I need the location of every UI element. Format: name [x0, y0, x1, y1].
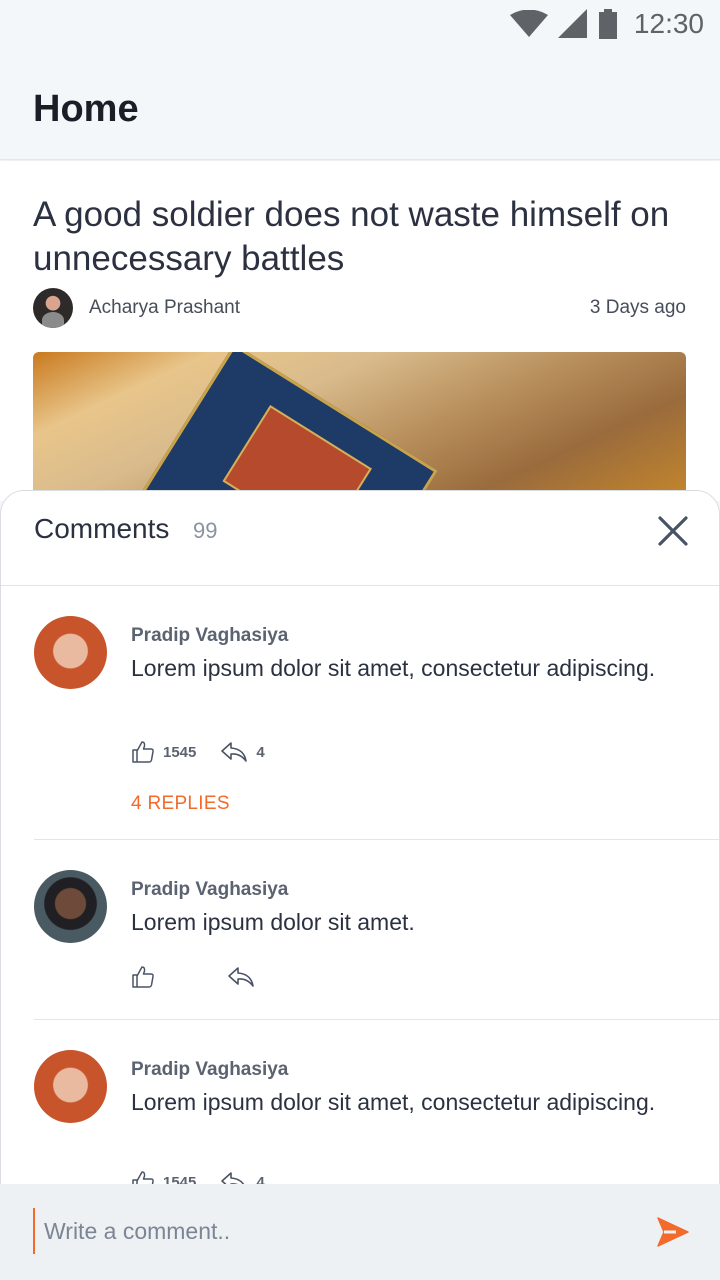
commenter-avatar[interactable]: [34, 1050, 107, 1123]
commenter-name[interactable]: Pradip Vaghasiya: [131, 625, 288, 647]
comment-text: Lorem ipsum dolor sit amet, consectetur …: [131, 1089, 656, 1115]
commenter-avatar[interactable]: [34, 616, 107, 689]
battery-icon: [598, 9, 618, 39]
wifi-icon: [509, 10, 548, 38]
comment-input[interactable]: [44, 1208, 624, 1254]
close-button[interactable]: [655, 513, 691, 549]
close-icon[interactable]: [655, 513, 691, 549]
view-replies-link[interactable]: 4 REPLIES: [131, 793, 230, 815]
status-bar: 12:30: [0, 0, 720, 48]
reply-icon: [221, 742, 248, 762]
comment-divider: [34, 1019, 719, 1020]
author-avatar[interactable]: [33, 288, 73, 328]
reply-button[interactable]: [227, 966, 263, 988]
article-title[interactable]: A good soldier does not waste himself on…: [33, 193, 673, 281]
signal-icon: [557, 9, 588, 39]
like-button[interactable]: 1545: [131, 740, 196, 764]
thumbs-up-icon: [132, 741, 154, 763]
book-illustration: [128, 352, 438, 512]
author-name[interactable]: Acharya Prashant: [89, 297, 590, 319]
app-bar: Home: [0, 48, 720, 160]
comments-sheet: Comments 99 Pradip Vaghasiya Lorem ipsum…: [0, 490, 720, 1280]
reply-button[interactable]: 4: [220, 741, 265, 763]
comments-count: 99: [193, 518, 218, 543]
status-time: 12:30: [633, 8, 704, 39]
commenter-avatar[interactable]: [34, 870, 107, 943]
reply-icon: [228, 967, 254, 987]
comments-title: Comments: [34, 513, 170, 544]
like-count: 1545: [163, 743, 197, 761]
commenter-name[interactable]: Pradip Vaghasiya: [131, 1059, 288, 1081]
article-meta: Acharya Prashant 3 Days ago: [33, 288, 686, 328]
send-icon: [657, 1217, 689, 1247]
text-caret: [33, 1208, 35, 1254]
comment-actions: 1545 4: [131, 737, 265, 767]
post-timestamp: 3 Days ago: [589, 297, 686, 318]
comment-text: Lorem ipsum dolor sit amet, consectetur …: [131, 655, 656, 681]
comments-header: Comments 99: [1, 491, 719, 586]
comment-text: Lorem ipsum dolor sit amet.: [131, 909, 415, 935]
article-hero-image[interactable]: [33, 352, 686, 512]
commenter-name[interactable]: Pradip Vaghasiya: [131, 879, 288, 901]
send-button[interactable]: [656, 1215, 690, 1249]
comment-composer: [0, 1184, 720, 1280]
comment-actions: [131, 962, 263, 992]
article-card[interactable]: A good soldier does not waste himself on…: [0, 161, 720, 512]
page-title: Home: [33, 88, 139, 130]
thumbs-up-icon: [132, 966, 154, 988]
reply-count: 4: [256, 743, 265, 761]
like-button[interactable]: [131, 965, 163, 989]
comment-divider: [34, 839, 719, 840]
